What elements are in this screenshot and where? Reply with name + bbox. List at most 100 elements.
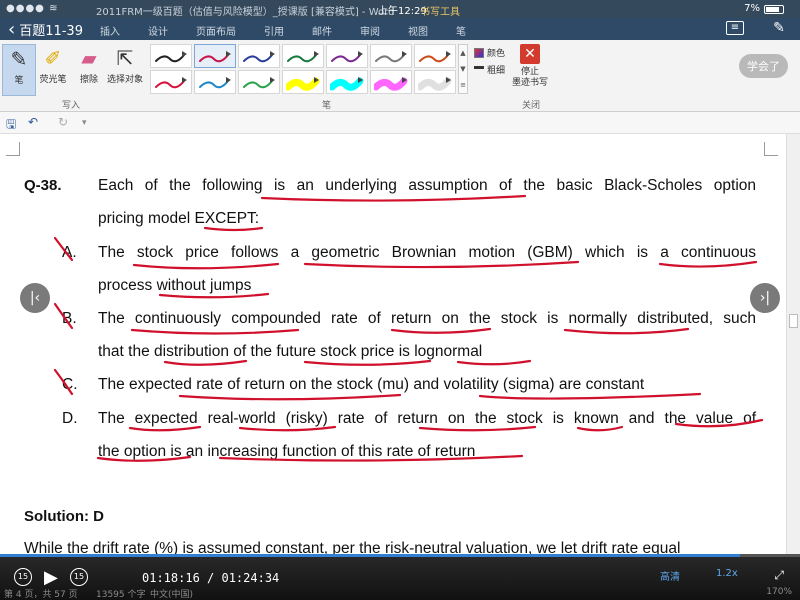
option-b-line-1: The continuously compounded rate of retu… xyxy=(98,310,756,327)
fullscreen-icon[interactable]: ⤢ xyxy=(774,568,784,583)
pen-swatch[interactable] xyxy=(326,70,368,94)
total-time: 01:24:34 xyxy=(221,571,280,585)
option-a-letter: A. xyxy=(62,244,77,261)
context-tab-label: 书写工具 xyxy=(420,7,460,18)
write-group-label: 写入 xyxy=(62,101,81,111)
pen-gallery-scroll[interactable]: ▲ ▼ ≡ xyxy=(458,44,468,94)
thickness-dropdown[interactable]: 粗细 xyxy=(474,62,505,76)
playback-progress-fill xyxy=(0,554,740,557)
back-label: 百题11-39 xyxy=(19,24,83,39)
scrollbar-thumb[interactable] xyxy=(789,314,798,328)
tab-layout[interactable]: 页面布局 xyxy=(196,23,236,38)
eraser-icon: ▰ xyxy=(81,46,97,70)
ink-ribbon: ✎ 笔 ✐ 荧光笔 ▰ 擦除 ⇱ 选择对象 写入 ▲ ▼ ≡ 笔 颜色 粗细 ✕ 停… xyxy=(0,40,800,112)
forward-15-button[interactable]: 15 xyxy=(70,568,88,586)
video-player-bar: 15 ▶ 15 01:18:16 / 01:24:34 高清 1.2x ⤢ 第 … xyxy=(0,554,800,600)
option-c-line-1: The expected rate of return on the stock… xyxy=(98,376,645,393)
chevron-left-icon: |‹ xyxy=(29,290,41,306)
pen-swatch[interactable] xyxy=(194,70,236,94)
tab-mailings[interactable]: 邮件 xyxy=(312,23,332,38)
pen-swatch[interactable] xyxy=(370,44,412,68)
tab-design[interactable]: 设计 xyxy=(148,23,168,38)
play-button[interactable]: ▶ xyxy=(44,567,58,588)
question-text-line-2: pricing model EXCEPT: xyxy=(98,210,260,227)
eraser-label: 擦除 xyxy=(79,75,98,85)
thickness-icon xyxy=(474,66,484,76)
window-title: 2011FRM一级百题（估值与风险模型）_授课版 [兼容模式] - Word xyxy=(96,7,395,18)
app-header: ‹ 百题11-39 插入 设计 页面布局 引用 邮件 审阅 视图 笔 ≡ ✎ xyxy=(0,18,800,40)
pen-swatch[interactable] xyxy=(238,70,280,94)
option-b-letter: B. xyxy=(62,310,77,327)
color-icon xyxy=(474,47,484,58)
highlighter-button[interactable]: ✐ 荧光笔 xyxy=(36,44,70,85)
page-corner-mark xyxy=(6,142,20,156)
pen-swatch[interactable] xyxy=(150,44,192,68)
system-status-bar: ●●●● ≋ 2011FRM一级百题（估值与风险模型）_授课版 [兼容模式] -… xyxy=(0,0,800,18)
redo-icon[interactable]: ↻ xyxy=(58,115,68,129)
quality-button[interactable]: 高清 xyxy=(660,568,680,583)
playback-time: 01:18:16 / 01:24:34 xyxy=(142,571,280,585)
option-a-line-1: The stock price follows a geometric Brow… xyxy=(98,244,756,261)
close-group-label: 关闭 xyxy=(522,101,541,111)
language: 中文(中国) xyxy=(150,590,194,600)
pen-swatch[interactable] xyxy=(282,44,324,68)
playback-progress[interactable] xyxy=(0,554,800,557)
option-b-line-2: that the distribution of the future stoc… xyxy=(98,343,483,360)
pen-swatch[interactable] xyxy=(282,70,324,94)
pen-swatch[interactable] xyxy=(414,70,456,94)
tab-pen[interactable]: 笔 xyxy=(456,23,466,38)
word-count: 13595 个字 xyxy=(96,590,146,600)
solution-label: Solution: D xyxy=(24,508,104,525)
speed-button[interactable]: 1.2x xyxy=(716,568,738,579)
pen-gallery xyxy=(150,44,456,94)
option-a-line-2: process without jumps xyxy=(98,277,252,294)
next-slide-button[interactable]: ›| xyxy=(750,283,780,313)
highlighter-icon: ✐ xyxy=(44,46,62,70)
document-scrollbar[interactable] xyxy=(786,134,800,554)
thickness-label: 粗细 xyxy=(487,65,506,76)
rewind-15-button[interactable]: 15 xyxy=(14,568,32,586)
quick-access-toolbar: 🖫 ↶ ↻ ▾ xyxy=(0,112,800,134)
pen-swatch[interactable] xyxy=(326,44,368,68)
previous-slide-button[interactable]: |‹ xyxy=(20,283,50,313)
pens-group-label: 笔 xyxy=(322,101,332,111)
battery-icon xyxy=(764,5,784,14)
color-dropdown[interactable]: 颜色 xyxy=(474,46,505,59)
option-c-letter: C. xyxy=(62,376,78,393)
undo-icon[interactable]: ↶ xyxy=(28,115,38,129)
tab-references[interactable]: 引用 xyxy=(264,23,284,38)
pen-tool-button[interactable]: ✎ 笔 xyxy=(2,44,36,96)
option-d-letter: D. xyxy=(62,410,78,427)
select-objects-button[interactable]: ⇱ 选择对象 xyxy=(104,44,146,85)
option-d-line-2: the option is an increasing function of … xyxy=(98,443,476,460)
back-button[interactable]: ‹ 百题11-39 xyxy=(8,20,83,39)
pen-swatch[interactable] xyxy=(238,44,280,68)
save-icon[interactable]: 🖫 xyxy=(6,115,16,136)
page-corner-mark xyxy=(764,142,778,156)
tab-insert[interactable]: 插入 xyxy=(100,23,120,38)
stop-inking-button[interactable]: ✕ 停止 墨迹书写 xyxy=(508,44,552,89)
color-label: 颜色 xyxy=(487,49,506,59)
battery-level: 7% xyxy=(744,3,760,14)
close-icon: ✕ xyxy=(520,44,540,64)
highlighter-label: 荧光笔 xyxy=(39,75,67,85)
pen-swatch[interactable] xyxy=(150,70,192,94)
zoom-level: 170% xyxy=(766,587,792,597)
qat-dropdown-icon[interactable]: ▾ xyxy=(82,118,87,128)
pen-swatch[interactable] xyxy=(414,44,456,68)
pen-tool-label: 笔 xyxy=(14,76,24,86)
message-icon[interactable]: ≡ xyxy=(726,21,744,35)
learned-button[interactable]: 学会了 xyxy=(739,54,788,78)
pen-icon: ✎ xyxy=(10,47,28,71)
cursor-icon: ⇱ xyxy=(116,46,134,70)
stop-label-2: 墨迹书写 xyxy=(511,78,548,88)
pen-swatch[interactable] xyxy=(370,70,412,94)
edit-icon[interactable]: ✎ xyxy=(770,20,788,37)
tab-view[interactable]: 视图 xyxy=(408,23,428,38)
chevron-right-icon: ›| xyxy=(759,290,771,306)
tab-review[interactable]: 审阅 xyxy=(360,23,380,38)
select-objects-label: 选择对象 xyxy=(106,75,143,85)
pen-swatch[interactable] xyxy=(194,44,236,68)
document-page: Q-38. Each of the following is an underl… xyxy=(0,134,786,557)
eraser-button[interactable]: ▰ 擦除 xyxy=(72,44,106,85)
